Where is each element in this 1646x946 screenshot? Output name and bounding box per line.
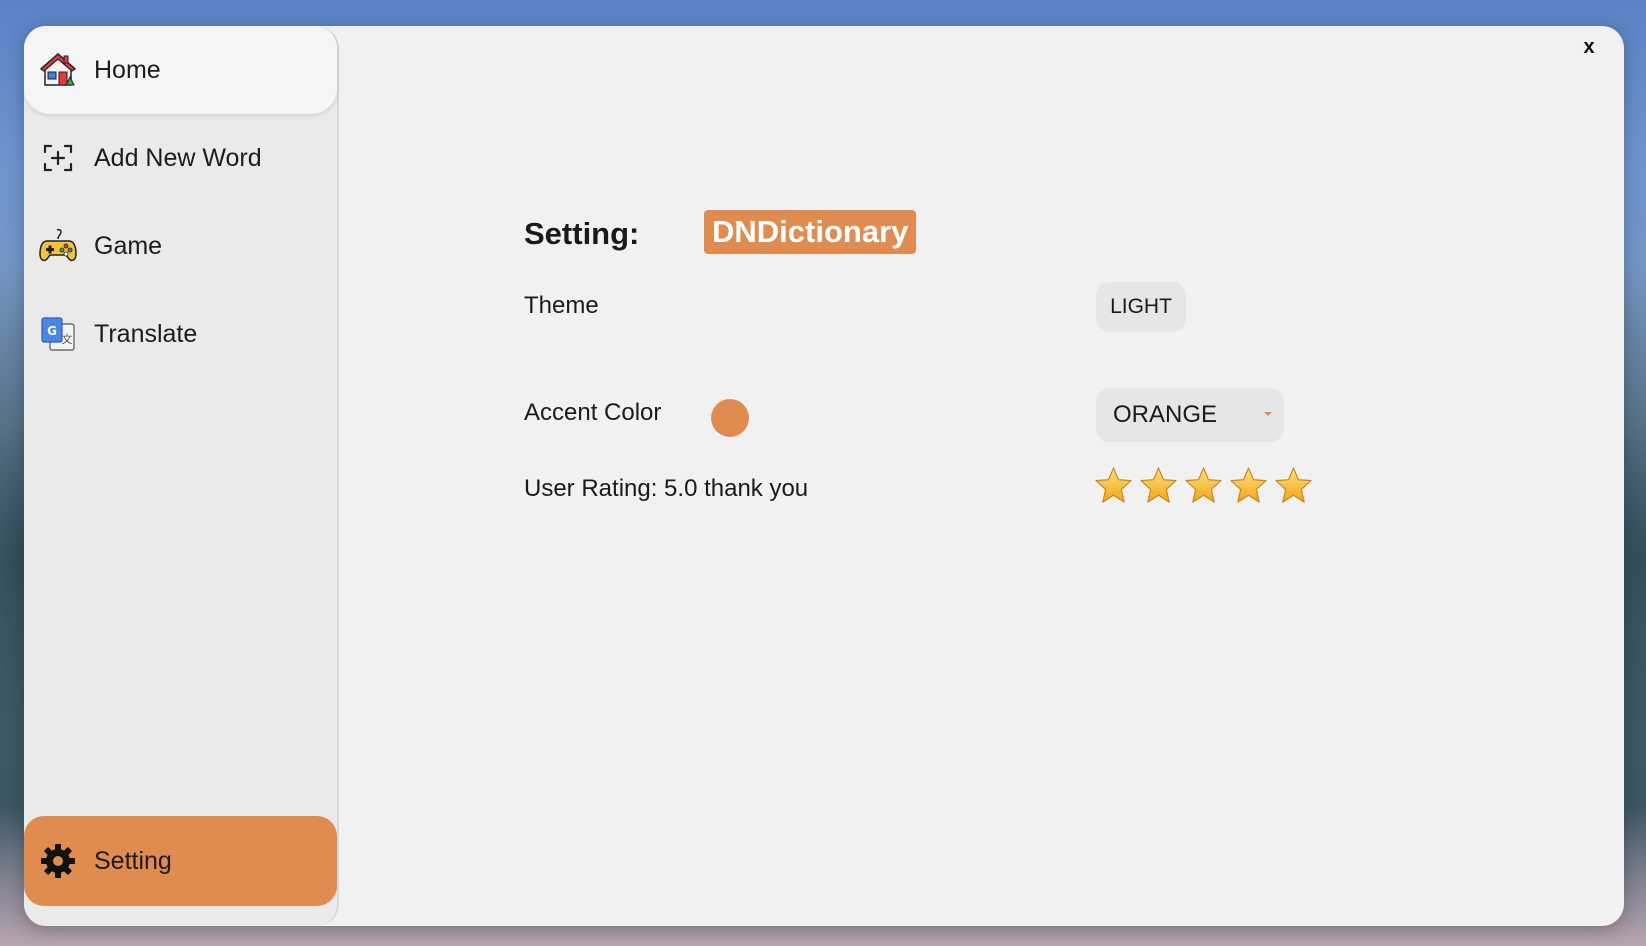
accent-color-select-value: ORANGE — [1113, 401, 1218, 428]
accent-color-label: Accent Color — [524, 399, 662, 426]
theme-toggle-button[interactable]: LIGHT — [1096, 282, 1186, 332]
app-window: Home Add New Word Game G 文 Translate Set… — [24, 26, 1624, 926]
user-rating-label: User Rating: 5.0 thank you — [524, 475, 809, 502]
home-icon — [38, 50, 78, 90]
star-icon[interactable] — [1274, 466, 1313, 505]
page-title: Setting: — [524, 216, 640, 251]
sidebar-item-label: Home — [94, 55, 161, 84]
sidebar: Home Add New Word Game G 文 Translate Set… — [24, 26, 339, 926]
sidebar-item-label: Game — [94, 231, 163, 260]
gamepad-icon — [38, 226, 78, 266]
sidebar-item-label: Add New Word — [94, 143, 262, 172]
chevron-down-icon — [1264, 412, 1272, 416]
theme-label: Theme — [524, 292, 599, 319]
svg-text:G: G — [47, 324, 57, 338]
star-icon[interactable] — [1184, 466, 1223, 505]
close-button[interactable]: x — [1574, 32, 1604, 62]
sidebar-item-label: Setting — [94, 846, 172, 875]
sidebar-item-translate[interactable]: G 文 Translate — [24, 290, 337, 378]
svg-text:文: 文 — [62, 332, 73, 346]
gear-icon — [38, 841, 78, 881]
accent-color-select[interactable]: ORANGE — [1096, 388, 1284, 442]
sidebar-item-game[interactable]: Game — [24, 202, 337, 290]
translate-icon: G 文 — [38, 314, 78, 354]
app-name-badge: DNDictionary — [704, 210, 917, 254]
star-icon[interactable] — [1139, 466, 1178, 505]
sidebar-item-label: Translate — [94, 319, 198, 348]
star-icon[interactable] — [1229, 466, 1268, 505]
sidebar-item-setting[interactable]: Setting — [24, 816, 337, 906]
sidebar-item-home[interactable]: Home — [24, 26, 337, 114]
sidebar-item-add-new-word[interactable]: Add New Word — [24, 114, 337, 202]
star-rating — [1094, 466, 1313, 505]
add-word-icon — [38, 138, 78, 178]
star-icon[interactable] — [1094, 466, 1133, 505]
accent-color-swatch — [711, 399, 749, 437]
